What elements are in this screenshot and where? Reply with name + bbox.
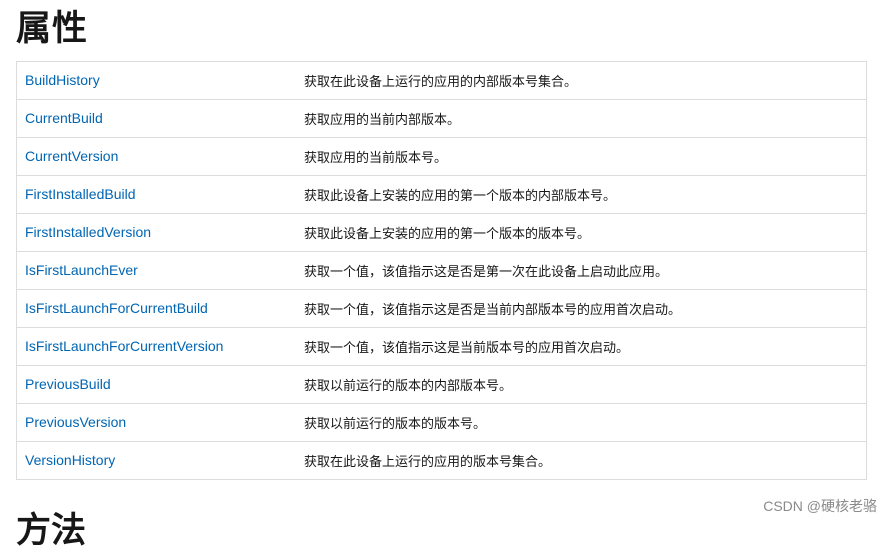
property-link[interactable]: IsFirstLaunchForCurrentBuild [25, 300, 208, 316]
property-link[interactable]: IsFirstLaunchForCurrentVersion [25, 338, 223, 354]
property-description: 获取在此设备上运行的应用的版本号集合。 [296, 441, 867, 480]
property-description: 获取此设备上安装的应用的第一个版本的内部版本号。 [296, 175, 867, 214]
property-link[interactable]: VersionHistory [25, 452, 115, 468]
table-row: PreviousVersion 获取以前运行的版本的版本号。 [16, 403, 867, 442]
next-section-heading: 方法 [16, 511, 87, 551]
table-row: IsFirstLaunchForCurrentBuild 获取一个值，该值指示这… [16, 289, 867, 328]
property-name-cell: BuildHistory [16, 61, 296, 100]
property-description: 获取一个值，该值指示这是否是第一次在此设备上启动此应用。 [296, 251, 867, 290]
property-description: 获取此设备上安装的应用的第一个版本的版本号。 [296, 213, 867, 252]
property-description: 获取在此设备上运行的应用的内部版本号集合。 [296, 61, 867, 100]
property-link[interactable]: BuildHistory [25, 72, 100, 88]
property-link[interactable]: PreviousBuild [25, 376, 111, 392]
property-name-cell: IsFirstLaunchEver [16, 251, 296, 290]
property-name-cell: FirstInstalledBuild [16, 175, 296, 214]
properties-table: BuildHistory 获取在此设备上运行的应用的内部版本号集合。 Curre… [16, 61, 867, 480]
property-link[interactable]: CurrentVersion [25, 148, 118, 164]
property-name-cell: CurrentVersion [16, 137, 296, 176]
property-description: 获取以前运行的版本的内部版本号。 [296, 365, 867, 404]
table-row: CurrentBuild 获取应用的当前内部版本。 [16, 99, 867, 138]
table-row: IsFirstLaunchForCurrentVersion 获取一个值，该值指… [16, 327, 867, 366]
property-description: 获取应用的当前内部版本。 [296, 99, 867, 138]
table-row: CurrentVersion 获取应用的当前版本号。 [16, 137, 867, 176]
property-name-cell: VersionHistory [16, 441, 296, 480]
property-name-cell: CurrentBuild [16, 99, 296, 138]
table-row: VersionHistory 获取在此设备上运行的应用的版本号集合。 [16, 441, 867, 480]
property-description: 获取应用的当前版本号。 [296, 137, 867, 176]
properties-table-body: BuildHistory 获取在此设备上运行的应用的内部版本号集合。 Curre… [16, 61, 867, 480]
property-name-cell: IsFirstLaunchForCurrentVersion [16, 327, 296, 366]
table-row: FirstInstalledBuild 获取此设备上安装的应用的第一个版本的内部… [16, 175, 867, 214]
property-name-cell: PreviousBuild [16, 365, 296, 404]
csdn-watermark: CSDN @硬核老骆 [763, 498, 877, 514]
table-row: FirstInstalledVersion 获取此设备上安装的应用的第一个版本的… [16, 213, 867, 252]
page-title: 属性 [16, 9, 89, 49]
property-description: 获取一个值，该值指示这是否是当前内部版本号的应用首次启动。 [296, 289, 867, 328]
property-link[interactable]: FirstInstalledBuild [25, 186, 136, 202]
table-row: BuildHistory 获取在此设备上运行的应用的内部版本号集合。 [16, 61, 867, 100]
property-name-cell: IsFirstLaunchForCurrentBuild [16, 289, 296, 328]
property-description: 获取一个值，该值指示这是当前版本号的应用首次启动。 [296, 327, 867, 366]
table-row: IsFirstLaunchEver 获取一个值，该值指示这是否是第一次在此设备上… [16, 251, 867, 290]
property-name-cell: PreviousVersion [16, 403, 296, 442]
property-description: 获取以前运行的版本的版本号。 [296, 403, 867, 442]
property-link[interactable]: PreviousVersion [25, 414, 126, 430]
table-row: PreviousBuild 获取以前运行的版本的内部版本号。 [16, 365, 867, 404]
property-link[interactable]: IsFirstLaunchEver [25, 262, 138, 278]
property-link[interactable]: FirstInstalledVersion [25, 224, 151, 240]
property-link[interactable]: CurrentBuild [25, 110, 103, 126]
property-name-cell: FirstInstalledVersion [16, 213, 296, 252]
